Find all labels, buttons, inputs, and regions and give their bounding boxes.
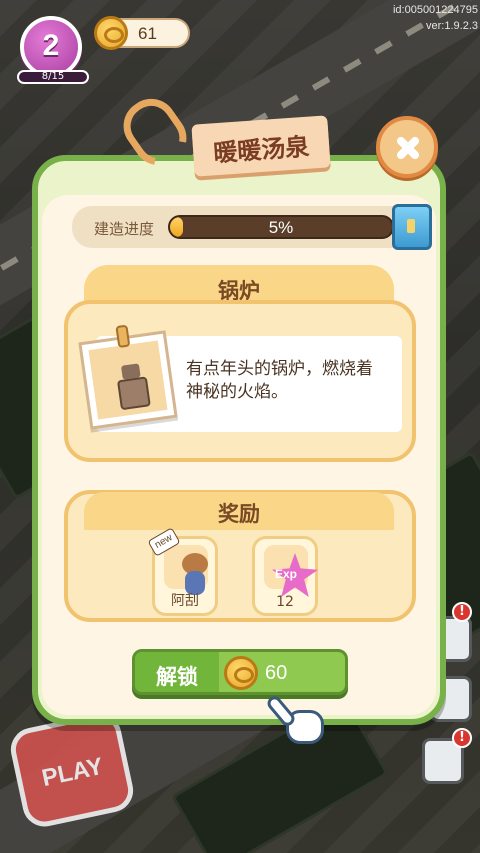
coin-icon [94,16,128,50]
xp-progress-bar: 8/15 [17,70,89,84]
reward-character-name: 阿刮 [171,593,199,609]
dialog-title: 暖暖汤泉 [212,132,311,168]
progress-percent: 5% [268,218,294,237]
item-description: 有点年头的锅炉，燃烧着神秘的火焰。 [186,359,373,402]
progress-label: 建造进度 [94,220,155,238]
version-text: ver:1.9.2.3 [426,20,478,32]
exp-badge-text: Exp [274,567,297,581]
item-photo [78,324,178,430]
play-label: PLAY [39,752,106,793]
level-badge[interactable]: 2 [20,16,82,78]
player-id: id:005001224795 [392,4,478,16]
close-button[interactable] [376,116,438,178]
reward-section-title: 奖励 [218,502,260,526]
reward-box-icon[interactable] [392,204,432,250]
unlock-price: 60 [265,662,288,684]
pointing-hand-icon [264,690,336,750]
alert-badge-2: ! [452,728,472,748]
boiler-icon [115,363,151,411]
alert-badge-1: ! [452,602,472,622]
cat-character-icon [178,553,212,595]
reward-exp-amount: 12 [276,594,294,610]
build-progress-row: 建造进度 5% [72,206,422,248]
reward-section-header: 奖励 [84,492,394,530]
xp-progress-text: 8/15 [41,71,65,82]
dialog-title-tag: 暖暖汤泉 [191,115,331,177]
unlock-label: 解锁 [156,665,198,689]
coin-amount: 61 [138,24,157,43]
level-number: 2 [42,29,60,62]
unlock-coin-icon [224,656,258,690]
reward-item-exp[interactable]: Exp 12 [252,536,318,616]
progress-track: 5% [168,215,394,239]
